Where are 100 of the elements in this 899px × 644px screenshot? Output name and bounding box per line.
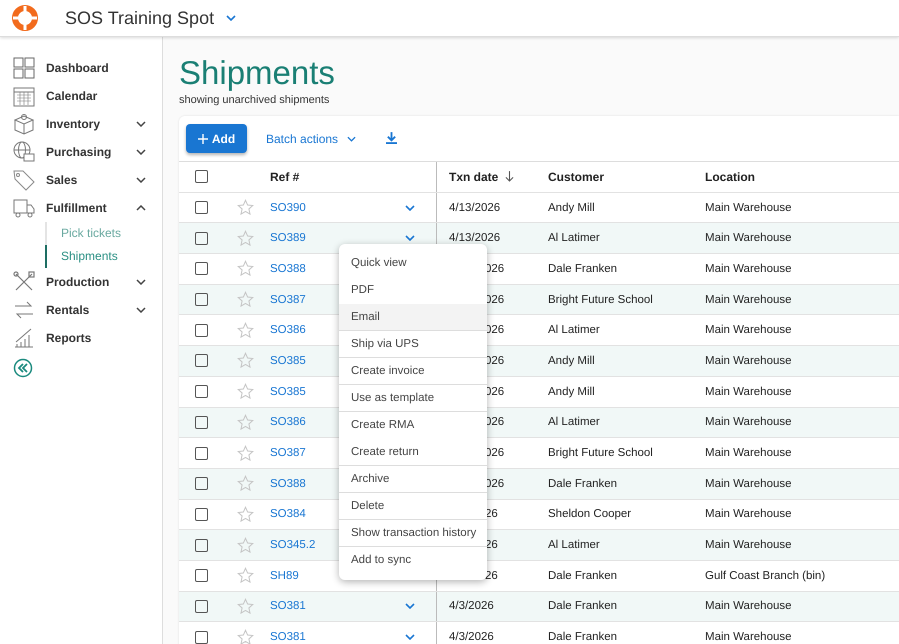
- menu-item[interactable]: Archive: [339, 466, 487, 493]
- checkbox[interactable]: [194, 293, 208, 306]
- chevron-down-icon[interactable]: [405, 235, 415, 242]
- sidebar-item[interactable]: Rentals: [0, 296, 162, 324]
- column-header[interactable]: Customer: [548, 170, 604, 184]
- star-icon[interactable]: [236, 352, 254, 370]
- checkbox[interactable]: [194, 201, 208, 214]
- chevron-down-icon[interactable]: [405, 204, 415, 211]
- menu-item[interactable]: Create RMA: [339, 412, 487, 439]
- sidebar-item[interactable]: Reports: [0, 324, 162, 352]
- menu-item[interactable]: Show transaction history: [339, 520, 487, 547]
- table-cell: Main Warehouse: [705, 539, 792, 552]
- table-cell: Main Warehouse: [705, 324, 792, 336]
- checkbox[interactable]: [194, 630, 208, 644]
- sidebar-item[interactable]: Fulfillment: [0, 194, 162, 222]
- checkbox[interactable]: [194, 508, 208, 521]
- menu-item[interactable]: Add to sync: [339, 547, 487, 574]
- star-icon[interactable]: [236, 444, 254, 462]
- checkbox[interactable]: [194, 232, 208, 245]
- checkbox[interactable]: [194, 416, 208, 429]
- checkbox[interactable]: [194, 569, 208, 582]
- star-icon[interactable]: [236, 567, 254, 584]
- chevron-down-icon[interactable]: [405, 634, 415, 640]
- chevron-down-icon[interactable]: [136, 149, 146, 155]
- chevron-down-icon[interactable]: [136, 121, 146, 127]
- star-icon[interactable]: [236, 628, 254, 644]
- column-header[interactable]: Ref #: [270, 170, 300, 184]
- menu-item[interactable]: Create invoice: [339, 358, 487, 385]
- menu-item[interactable]: Delete: [339, 493, 487, 520]
- table-cell: Main Warehouse: [705, 294, 792, 306]
- checkbox[interactable]: [194, 354, 208, 368]
- sidebar-item[interactable]: Sales: [0, 166, 162, 194]
- table-cell: Andy Mill: [548, 354, 595, 367]
- company-name[interactable]: SOS Training Spot: [65, 8, 214, 28]
- table-cell: Dale Franken: [548, 570, 618, 582]
- column-header[interactable]: Location: [705, 170, 755, 184]
- arrow-down-icon[interactable]: [505, 171, 514, 182]
- sidebar-item[interactable]: Dashboard: [0, 54, 162, 82]
- star-icon[interactable]: [236, 322, 254, 339]
- add-button[interactable]: Add: [186, 124, 247, 153]
- star-icon[interactable]: [236, 260, 254, 278]
- menu-item[interactable]: PDF: [339, 277, 487, 304]
- menu-item[interactable]: Use as template: [339, 385, 487, 412]
- star-icon[interactable]: [236, 383, 254, 400]
- page-subtitle: showing unarchived shipments: [179, 94, 330, 106]
- star-icon[interactable]: [236, 291, 254, 308]
- star-icon[interactable]: [236, 230, 254, 247]
- table-cell: Al Latimer: [548, 416, 600, 428]
- menu-item[interactable]: Quick view: [339, 250, 487, 277]
- menu-item[interactable]: Email: [339, 304, 487, 331]
- table-cell: Dale Franken: [548, 262, 618, 275]
- dashboard-icon: [12, 56, 36, 80]
- checkbox[interactable]: [194, 538, 208, 552]
- reference-link[interactable]: SO390: [270, 202, 405, 214]
- reference-link[interactable]: SO389: [270, 232, 405, 244]
- table-cell: Main Warehouse: [705, 416, 792, 428]
- table-cell: Main Warehouse: [705, 447, 792, 460]
- star-icon[interactable]: [236, 536, 254, 554]
- table-cell: Dale Franken: [548, 600, 618, 612]
- table-cell: Al Latimer: [548, 539, 600, 552]
- menu-item[interactable]: Create return: [339, 439, 487, 466]
- star-icon[interactable]: [236, 414, 254, 431]
- table-cell: Andy Mill: [548, 202, 595, 214]
- chevron-down-icon[interactable]: [347, 136, 356, 142]
- collapse-sidebar-button[interactable]: [13, 358, 33, 378]
- chevron-down-icon[interactable]: [136, 307, 146, 313]
- reference-link[interactable]: SO381: [270, 631, 405, 644]
- checkbox[interactable]: [194, 600, 208, 613]
- star-icon[interactable]: [236, 506, 254, 523]
- table-cell: Main Warehouse: [705, 631, 792, 644]
- sidebar-item[interactable]: Purchasing: [0, 138, 162, 166]
- table-cell: Main Warehouse: [705, 262, 792, 275]
- chevron-up-icon[interactable]: [136, 205, 146, 211]
- sidebar-item[interactable]: Inventory: [0, 110, 162, 138]
- caret-icon[interactable]: [226, 15, 236, 21]
- checkbox[interactable]: [194, 385, 208, 398]
- checkbox[interactable]: [194, 324, 208, 337]
- table-cell: Main Warehouse: [705, 354, 792, 367]
- table-cell: Bright Future School: [548, 294, 653, 306]
- chevron-down-icon[interactable]: [136, 177, 146, 183]
- reference-link[interactable]: SO381: [270, 600, 405, 612]
- menu-item[interactable]: Ship via UPS: [339, 331, 487, 358]
- star-icon[interactable]: [236, 598, 254, 615]
- checkbox[interactable]: [194, 477, 208, 490]
- sidebar-item[interactable]: Calendar: [0, 82, 162, 110]
- sidebar-item[interactable]: Production: [0, 268, 162, 296]
- chevron-down-icon[interactable]: [136, 279, 146, 285]
- table-cell: Gulf Coast Branch (bin): [705, 570, 826, 582]
- plus-icon[interactable]: [198, 134, 208, 144]
- download-icon[interactable]: [386, 132, 398, 145]
- checkbox[interactable]: [194, 170, 208, 184]
- chevron-down-icon[interactable]: [405, 603, 415, 610]
- column-header[interactable]: Txn date: [449, 170, 498, 184]
- star-icon[interactable]: [236, 199, 254, 216]
- checkbox[interactable]: [194, 446, 208, 460]
- batch-actions-button[interactable]: Batch actions: [266, 132, 356, 146]
- checkbox[interactable]: [194, 262, 208, 276]
- star-icon[interactable]: [236, 475, 254, 492]
- table-cell: Main Warehouse: [705, 600, 792, 612]
- table-cell: Main Warehouse: [705, 508, 792, 520]
